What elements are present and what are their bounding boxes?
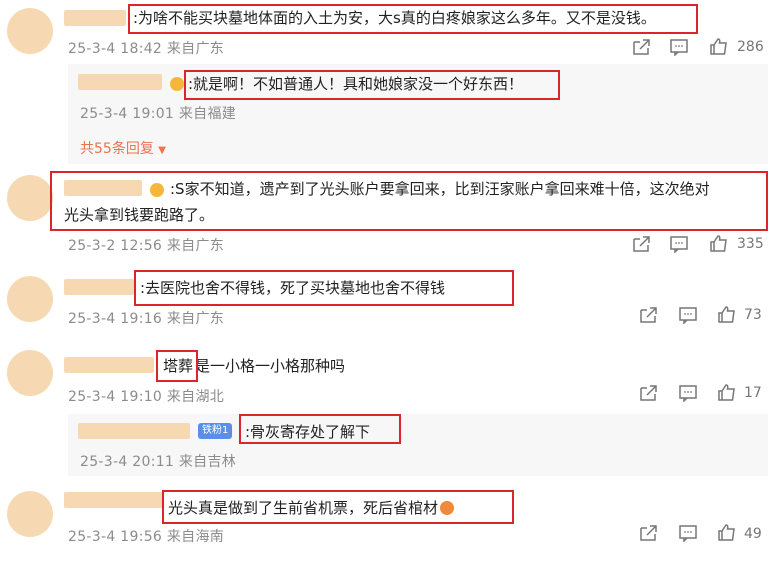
like-icon[interactable] bbox=[709, 234, 729, 252]
comment-meta: 25-3-4 18:42 来自广东 bbox=[68, 41, 225, 57]
comment-meta: 25-3-4 19:16 来自广东 bbox=[68, 311, 225, 327]
like-icon[interactable] bbox=[709, 37, 729, 55]
share-icon[interactable] bbox=[638, 384, 658, 402]
like-count: 335 bbox=[737, 236, 764, 252]
share-icon[interactable] bbox=[631, 235, 651, 253]
comment-icon[interactable] bbox=[678, 306, 698, 324]
highlight-box bbox=[128, 4, 698, 34]
username[interactable] bbox=[64, 492, 164, 508]
highlight-box bbox=[50, 171, 768, 231]
like-icon[interactable] bbox=[717, 305, 737, 323]
avatar[interactable] bbox=[7, 491, 53, 537]
highlight-box bbox=[239, 414, 401, 444]
like-count: 49 bbox=[744, 526, 762, 542]
username[interactable] bbox=[78, 423, 190, 439]
like-icon[interactable] bbox=[717, 523, 737, 541]
highlight-box bbox=[156, 350, 198, 382]
more-replies-link[interactable]: 共55条回复 ▼ bbox=[80, 138, 166, 158]
like-count: 286 bbox=[737, 39, 764, 55]
caret-down-icon: ▼ bbox=[158, 145, 166, 156]
highlight-box bbox=[184, 70, 560, 100]
fan-badge: 铁粉1 bbox=[198, 423, 233, 439]
username[interactable] bbox=[64, 10, 126, 26]
comment-icon[interactable] bbox=[678, 524, 698, 542]
reply-meta: 25-3-4 19:01 来自福建 bbox=[80, 106, 237, 122]
highlight-box bbox=[134, 270, 514, 306]
username[interactable] bbox=[64, 279, 134, 295]
reply-meta: 25-3-4 20:11 来自吉林 bbox=[80, 454, 237, 470]
share-icon[interactable] bbox=[638, 306, 658, 324]
comment-meta: 25-3-2 12:56 来自广东 bbox=[68, 238, 225, 254]
username[interactable] bbox=[64, 357, 154, 373]
avatar[interactable] bbox=[7, 8, 53, 54]
like-count: 17 bbox=[744, 385, 762, 401]
like-count: 73 bbox=[744, 307, 762, 323]
highlight-box bbox=[162, 490, 514, 524]
comment-text: 是一小格一小格那种吗 bbox=[195, 357, 346, 375]
avatar[interactable] bbox=[7, 350, 53, 396]
comment-icon[interactable] bbox=[678, 384, 698, 402]
comment-icon[interactable] bbox=[669, 38, 689, 56]
comment-icon[interactable] bbox=[669, 235, 689, 253]
avatar[interactable] bbox=[7, 175, 53, 221]
comment-meta: 25-3-4 19:10 来自湖北 bbox=[68, 389, 225, 405]
like-icon[interactable] bbox=[717, 383, 737, 401]
username[interactable] bbox=[78, 74, 162, 90]
share-icon[interactable] bbox=[638, 524, 658, 542]
comment-meta: 25-3-4 19:56 来自海南 bbox=[68, 529, 225, 545]
avatar[interactable] bbox=[7, 276, 53, 322]
badge-emoji-icon bbox=[170, 77, 184, 91]
share-icon[interactable] bbox=[631, 38, 651, 56]
